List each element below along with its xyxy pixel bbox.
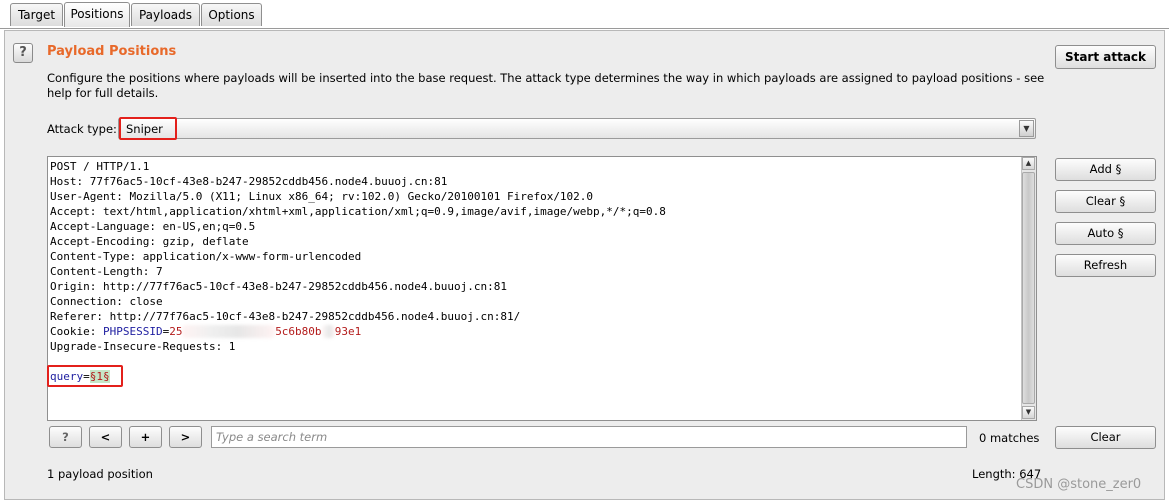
search-box[interactable]: [211, 426, 967, 448]
redacted-block: xx: [321, 325, 335, 338]
highlight-box-payload: [47, 365, 123, 387]
search-next-button[interactable]: >: [169, 426, 202, 448]
tab-positions[interactable]: Positions: [64, 2, 130, 27]
request-line: Accept: text/html,application/xhtml+xml,…: [50, 205, 666, 218]
request-line: Accept-Encoding: gzip, deflate: [50, 235, 249, 248]
cookie-label: Cookie:: [50, 325, 103, 338]
request-line: Upgrade-Insecure-Requests: 1: [50, 340, 236, 353]
search-input[interactable]: [216, 428, 956, 446]
highlight-box-attack-type: [119, 117, 177, 140]
request-line: POST / HTTP/1.1: [50, 160, 150, 173]
search-prev-button[interactable]: <: [89, 426, 122, 448]
cookie-value-tail: 93e1: [334, 325, 362, 338]
search-add-button[interactable]: +: [129, 426, 162, 448]
request-line: Referer: http://77f76ac5-10cf-43e8-b247-…: [50, 310, 521, 323]
cookie-line: Cookie: PHPSESSID=25xxxxxxxxxxxxxx5c6b80…: [50, 325, 361, 338]
payload-position-count: 1 payload position: [47, 467, 153, 481]
scroll-up-icon[interactable]: ▲: [1022, 157, 1035, 170]
clear-search-button[interactable]: Clear: [1055, 426, 1156, 449]
attack-type-label: Attack type:: [47, 122, 117, 136]
request-line: User-Agent: Mozilla/5.0 (X11; Linux x86_…: [50, 190, 594, 203]
request-line: Content-Type: application/x-www-form-url…: [50, 250, 362, 263]
redacted-block: xxxxxxxxxxxxxx: [182, 325, 276, 338]
request-line: Origin: http://77f76ac5-10cf-43e8-b247-2…: [50, 280, 507, 293]
auto-marker-button[interactable]: Auto §: [1055, 222, 1156, 245]
start-attack-button[interactable]: Start attack: [1055, 45, 1156, 69]
tab-target[interactable]: Target: [10, 3, 63, 26]
scrollbar-thumb[interactable]: [1022, 172, 1035, 404]
tab-options[interactable]: Options: [201, 3, 262, 26]
request-line: Connection: close: [50, 295, 163, 308]
help-icon[interactable]: ?: [13, 43, 33, 63]
request-text: POST / HTTP/1.1 Host: 77f76ac5-10cf-43e8…: [50, 159, 666, 384]
dropdown-arrow-icon[interactable]: ▼: [1019, 120, 1034, 137]
request-line: Host: 77f76ac5-10cf-43e8-b247-29852cddb4…: [50, 175, 448, 188]
clear-marker-button[interactable]: Clear §: [1055, 190, 1156, 213]
panel-description: Configure the positions where payloads w…: [47, 71, 1045, 100]
add-marker-button[interactable]: Add §: [1055, 158, 1156, 181]
vertical-scrollbar[interactable]: ▲ ▼: [1021, 157, 1036, 420]
search-help-button[interactable]: ?: [49, 426, 82, 448]
scroll-down-icon[interactable]: ▼: [1022, 406, 1035, 419]
request-line: Content-Length: 7: [50, 265, 163, 278]
watermark: CSDN @stone_zer0: [1016, 477, 1142, 492]
cookie-value-start: 25: [169, 325, 183, 338]
match-count: 0 matches: [979, 431, 1040, 445]
tab-bar: Target Positions Payloads Options: [0, 0, 1169, 29]
request-line: Accept-Language: en-US,en;q=0.5: [50, 220, 256, 233]
cookie-value-mid: 5c6b80b: [275, 325, 322, 338]
cookie-name: PHPSESSID: [102, 325, 163, 338]
attack-type-select[interactable]: Sniper ▼: [118, 118, 1036, 139]
request-editor[interactable]: POST / HTTP/1.1 Host: 77f76ac5-10cf-43e8…: [47, 156, 1037, 421]
panel-title: Payload Positions: [47, 44, 177, 59]
refresh-button[interactable]: Refresh: [1055, 254, 1156, 277]
tab-payloads[interactable]: Payloads: [131, 3, 200, 26]
